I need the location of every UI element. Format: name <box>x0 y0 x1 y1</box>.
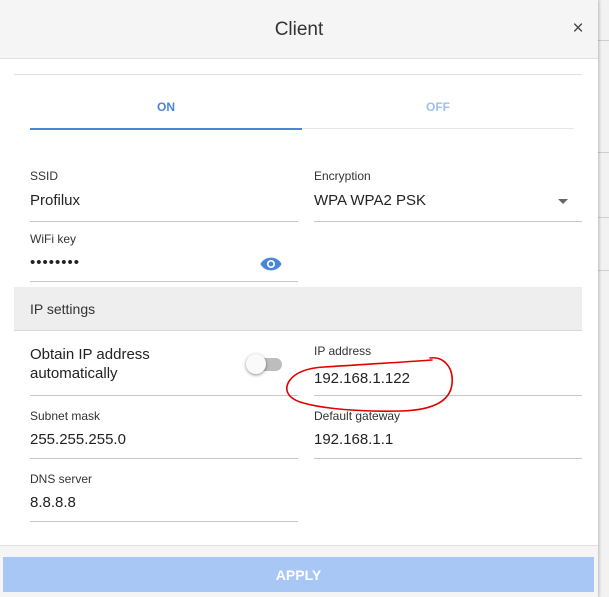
subnet-mask-underline <box>30 458 298 459</box>
encryption-underline <box>314 221 582 222</box>
wifi-key-value[interactable]: •••••••• <box>30 254 80 271</box>
background-divider <box>598 152 609 153</box>
ip-address-underline <box>314 395 582 396</box>
dialog-header: Client × <box>0 0 598 59</box>
ip-address-field[interactable]: IP address 192.168.1.122 <box>314 344 582 396</box>
ssid-label: SSID <box>30 169 59 183</box>
toggle-knob <box>246 354 266 374</box>
background-app-strip <box>598 0 609 597</box>
dns-server-underline <box>30 521 298 522</box>
wifi-key-underline <box>30 281 298 282</box>
close-icon[interactable]: × <box>568 18 588 40</box>
mode-tabs: ON OFF <box>30 86 574 130</box>
dns-server-label: DNS server <box>30 472 93 486</box>
default-gateway-underline <box>314 458 582 459</box>
ip-address-label: IP address <box>314 344 372 358</box>
chevron-down-icon[interactable] <box>558 199 568 204</box>
background-divider <box>598 217 609 218</box>
obtain-ip-underline <box>30 395 298 396</box>
ip-address-value[interactable]: 192.168.1.122 <box>314 370 410 387</box>
encryption-label: Encryption <box>314 169 371 183</box>
divider <box>14 74 582 75</box>
eye-icon[interactable] <box>260 256 282 272</box>
wifi-key-field[interactable]: WiFi key •••••••• <box>30 232 298 282</box>
background-divider <box>598 270 609 271</box>
encryption-value[interactable]: WPA WPA2 PSK <box>314 192 426 209</box>
client-dialog: Client × ON OFF SSID Profilux Encryption… <box>0 0 598 597</box>
tab-off[interactable]: OFF <box>302 86 574 129</box>
dns-server-value[interactable]: 8.8.8.8 <box>30 494 76 511</box>
dialog-title: Client <box>274 19 324 40</box>
obtain-ip-row: Obtain IP address automatically <box>30 345 298 396</box>
ssid-field[interactable]: SSID Profilux <box>30 169 298 222</box>
subnet-mask-label: Subnet mask <box>30 409 101 423</box>
default-gateway-value[interactable]: 192.168.1.1 <box>314 431 393 448</box>
dns-server-field[interactable]: DNS server 8.8.8.8 <box>30 472 298 522</box>
action-bar: APPLY <box>0 545 598 597</box>
encryption-select[interactable]: Encryption WPA WPA2 PSK <box>314 169 582 222</box>
background-divider <box>598 40 609 41</box>
obtain-ip-label: Obtain IP address automatically <box>30 346 150 382</box>
ip-settings-title: IP settings <box>30 301 96 317</box>
tab-on[interactable]: ON <box>30 86 302 130</box>
ssid-underline <box>30 221 298 222</box>
apply-button[interactable]: APPLY <box>3 557 594 592</box>
default-gateway-label: Default gateway <box>314 409 401 423</box>
subnet-mask-field[interactable]: Subnet mask 255.255.255.0 <box>30 409 298 459</box>
obtain-ip-toggle[interactable] <box>246 353 282 375</box>
ip-settings-header: IP settings <box>14 287 582 331</box>
ssid-value[interactable]: Profilux <box>30 192 80 209</box>
default-gateway-field[interactable]: Default gateway 192.168.1.1 <box>314 409 582 459</box>
page: Client × ON OFF SSID Profilux Encryption… <box>0 0 609 597</box>
subnet-mask-value[interactable]: 255.255.255.0 <box>30 431 126 448</box>
wifi-key-label: WiFi key <box>30 232 76 246</box>
